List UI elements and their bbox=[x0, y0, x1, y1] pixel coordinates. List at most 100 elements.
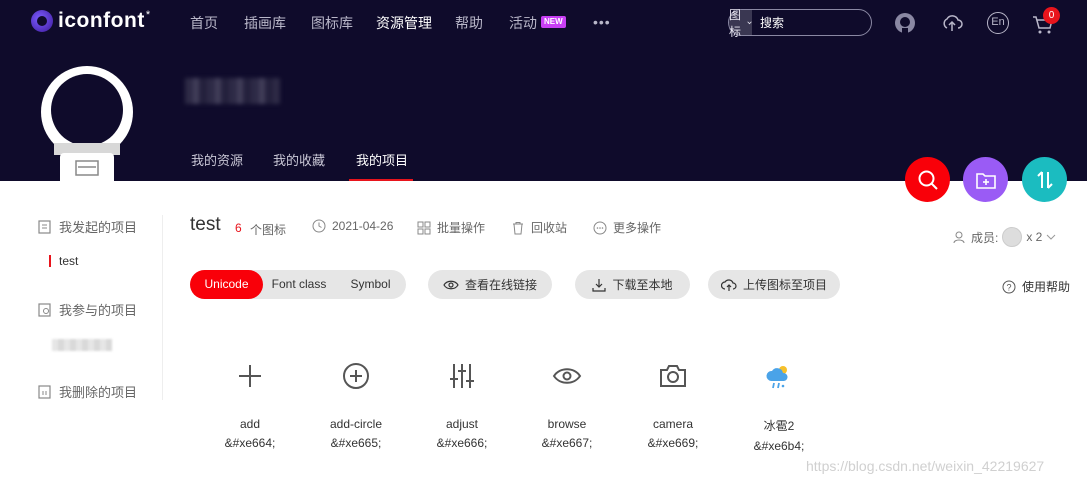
icon-card-camera[interactable]: camera &#xe669; bbox=[623, 355, 723, 450]
segment-font-class[interactable]: Font class bbox=[263, 270, 335, 299]
member-avatar bbox=[1002, 227, 1023, 247]
active-tab-indicator bbox=[349, 179, 413, 181]
fab-sort-button[interactable] bbox=[1022, 157, 1067, 202]
icon-card-add[interactable]: add &#xe664; bbox=[200, 355, 300, 450]
hail-weather-icon bbox=[766, 366, 788, 389]
members-label: 成员: bbox=[971, 230, 999, 245]
tab-my-projects[interactable]: 我的项目 bbox=[356, 150, 408, 169]
top-navigation: iconfont * 首页 插画库 图标库 资源管理 帮助 活动 NEW •••… bbox=[0, 0, 1087, 44]
upload-icon[interactable] bbox=[941, 12, 963, 34]
user-avatar[interactable] bbox=[40, 65, 134, 185]
icon-name: 冰雹2 bbox=[763, 419, 795, 433]
more-menu-button[interactable]: ••• bbox=[593, 14, 611, 30]
project-members[interactable]: 成员: x 2 bbox=[953, 227, 1056, 247]
members-count: x 2 bbox=[1026, 230, 1043, 244]
icon-card-add-circle[interactable]: add-circle &#xe665; bbox=[306, 355, 406, 450]
project-doc-icon bbox=[38, 219, 51, 234]
fab-add-folder-button[interactable] bbox=[963, 157, 1008, 202]
fab-search-button[interactable] bbox=[905, 157, 950, 202]
icon-code: &#xe667; bbox=[541, 436, 593, 450]
download-button[interactable]: 下载至本地 bbox=[575, 270, 690, 299]
sidebar-divider bbox=[162, 215, 163, 400]
username-blurred bbox=[185, 78, 280, 104]
trash-button[interactable]: 回收站 bbox=[511, 219, 567, 236]
icon-code: &#xe665; bbox=[330, 436, 382, 450]
sidebar-joined-label: 我参与的项目 bbox=[59, 303, 138, 318]
usage-help-label: 使用帮助 bbox=[1022, 280, 1071, 294]
logo[interactable]: iconfont * bbox=[31, 9, 150, 33]
download-label: 下载至本地 bbox=[612, 278, 673, 292]
help-icon: ? bbox=[1002, 280, 1016, 293]
project-search-icon bbox=[38, 302, 51, 317]
language-en-icon[interactable]: En bbox=[987, 12, 1009, 34]
members-icon bbox=[953, 231, 965, 244]
chevron-down-icon bbox=[1047, 234, 1056, 240]
icon-code: &#xe669; bbox=[647, 436, 699, 450]
cloud-upload-icon bbox=[720, 278, 737, 291]
sidebar-created-projects[interactable]: 我发起的项目 bbox=[37, 217, 137, 236]
new-badge: NEW bbox=[541, 16, 566, 28]
upload-icons-label: 上传图标至项目 bbox=[742, 278, 827, 292]
nav-activities[interactable]: 活动 bbox=[509, 13, 537, 33]
sidebar-deleted-label: 我删除的项目 bbox=[59, 385, 138, 400]
icon-name: browse bbox=[547, 417, 587, 431]
icon-card-adjust[interactable]: adjust &#xe666; bbox=[412, 355, 512, 450]
tab-my-resources[interactable]: 我的资源 bbox=[191, 150, 243, 169]
search-type-select[interactable]: 图标 bbox=[729, 8, 753, 39]
sidebar-joined-projects[interactable]: 我参与的项目 bbox=[37, 300, 137, 319]
nav-illustrations[interactable]: 插画库 bbox=[244, 13, 286, 33]
usage-help-link[interactable]: ? 使用帮助 bbox=[1002, 278, 1070, 295]
segment-unicode[interactable]: Unicode bbox=[190, 270, 263, 299]
sidebar-joined-item-blurred[interactable] bbox=[52, 339, 112, 351]
trash-icon bbox=[513, 221, 523, 234]
view-online-link-button[interactable]: 查看在线链接 bbox=[428, 270, 552, 299]
watermark: https://blog.csdn.net/weixin_42219627 bbox=[806, 458, 1045, 474]
batch-icon bbox=[417, 221, 431, 234]
plus-icon bbox=[239, 365, 261, 387]
github-icon[interactable] bbox=[894, 12, 916, 34]
icon-card-hail[interactable]: 冰雹2 &#xe6b4; bbox=[729, 355, 829, 453]
project-trash-icon bbox=[38, 384, 51, 399]
icon-name: adjust bbox=[445, 417, 479, 431]
project-title: test bbox=[190, 214, 221, 235]
icon-count-label: 个图标 bbox=[250, 223, 287, 237]
add-circle-icon bbox=[343, 363, 369, 389]
more-operations-button[interactable]: 更多操作 bbox=[593, 219, 661, 236]
nav-home[interactable]: 首页 bbox=[190, 13, 218, 33]
eye-icon bbox=[443, 280, 459, 289]
icon-card-browse[interactable]: browse &#xe667; bbox=[517, 355, 617, 450]
project-date: 2021-04-26 bbox=[312, 219, 393, 233]
search-input[interactable] bbox=[752, 15, 916, 30]
sidebar-deleted-projects[interactable]: 我删除的项目 bbox=[37, 382, 137, 401]
icon-name: camera bbox=[652, 417, 693, 431]
tab-my-favorites[interactable]: 我的收藏 bbox=[273, 150, 325, 169]
project-date-text: 2021-04-26 bbox=[332, 219, 394, 233]
icon-count: 6 bbox=[235, 221, 242, 235]
camera-icon bbox=[660, 365, 686, 387]
batch-operations-button[interactable]: 批量操作 bbox=[417, 219, 485, 236]
segment-symbol[interactable]: Symbol bbox=[335, 270, 406, 299]
clock-icon bbox=[312, 219, 326, 233]
sidebar-created-label: 我发起的项目 bbox=[59, 220, 138, 235]
logo-star: * bbox=[145, 9, 151, 21]
nav-icon-library[interactable]: 图标库 bbox=[311, 13, 353, 33]
logo-icon bbox=[31, 10, 53, 32]
upload-icons-button[interactable]: 上传图标至项目 bbox=[708, 270, 840, 299]
search-icon bbox=[918, 170, 938, 190]
batch-operations-label: 批量操作 bbox=[437, 221, 486, 235]
add-folder-icon bbox=[975, 172, 996, 189]
icon-code: &#xe666; bbox=[436, 436, 488, 450]
view-online-link-label: 查看在线链接 bbox=[464, 278, 537, 292]
download-icon bbox=[592, 278, 607, 292]
more-circle-icon bbox=[593, 221, 607, 234]
trash-label: 回收站 bbox=[531, 221, 568, 235]
sort-icon bbox=[1036, 170, 1053, 189]
search-type-label: 图标 bbox=[729, 7, 742, 39]
icon-name: add-circle bbox=[329, 417, 383, 431]
search-box: 图标 bbox=[728, 8, 916, 39]
icon-code: &#xe6b4; bbox=[753, 439, 805, 453]
nav-resource-management[interactable]: 资源管理 bbox=[376, 13, 432, 33]
sidebar-item-test[interactable]: test bbox=[59, 254, 78, 268]
cart-count-badge: 0 bbox=[1043, 7, 1060, 24]
nav-help[interactable]: 帮助 bbox=[455, 13, 483, 33]
